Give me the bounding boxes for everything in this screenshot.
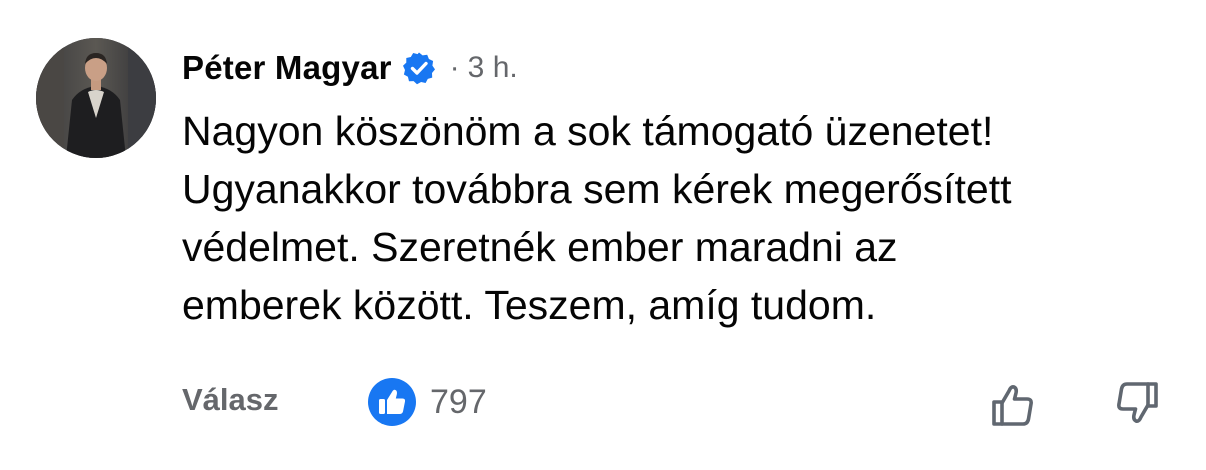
author-name[interactable]: Péter Magyar bbox=[182, 49, 392, 87]
timestamp[interactable]: 3 h. bbox=[468, 51, 518, 85]
comment-header: Péter Magyar · 3 h. bbox=[182, 46, 518, 90]
comment-text-line: Nagyon köszönöm a sok támogató üzenetet! bbox=[182, 108, 994, 154]
comment-text-line: emberek között. Teszem, amíg tudom. bbox=[182, 282, 877, 328]
verified-badge-icon bbox=[402, 51, 436, 85]
avatar-photo bbox=[36, 38, 156, 158]
thumbs-up-badge-icon bbox=[368, 378, 416, 426]
separator-dot: · bbox=[449, 51, 460, 84]
comment-text: Nagyon köszönöm a sok támogató üzenetet!… bbox=[182, 102, 1172, 334]
reaction-summary[interactable]: 797 bbox=[368, 378, 487, 426]
avatar[interactable] bbox=[36, 38, 156, 158]
thumbs-down-outline-icon bbox=[1117, 382, 1158, 423]
reply-button[interactable]: Válasz bbox=[182, 382, 279, 418]
comment: Péter Magyar · 3 h. Nagyon köszönöm a so… bbox=[0, 0, 1206, 470]
like-button[interactable] bbox=[986, 376, 1042, 432]
comment-text-line: Ugyanakkor továbbra sem kérek megerősíte… bbox=[182, 166, 1012, 212]
reaction-count: 797 bbox=[430, 382, 487, 421]
thumbs-up-outline-icon bbox=[992, 385, 1033, 426]
comment-text-line: védelmet. Szeretnék ember maradni az bbox=[182, 224, 898, 270]
dislike-button[interactable] bbox=[1108, 376, 1164, 432]
